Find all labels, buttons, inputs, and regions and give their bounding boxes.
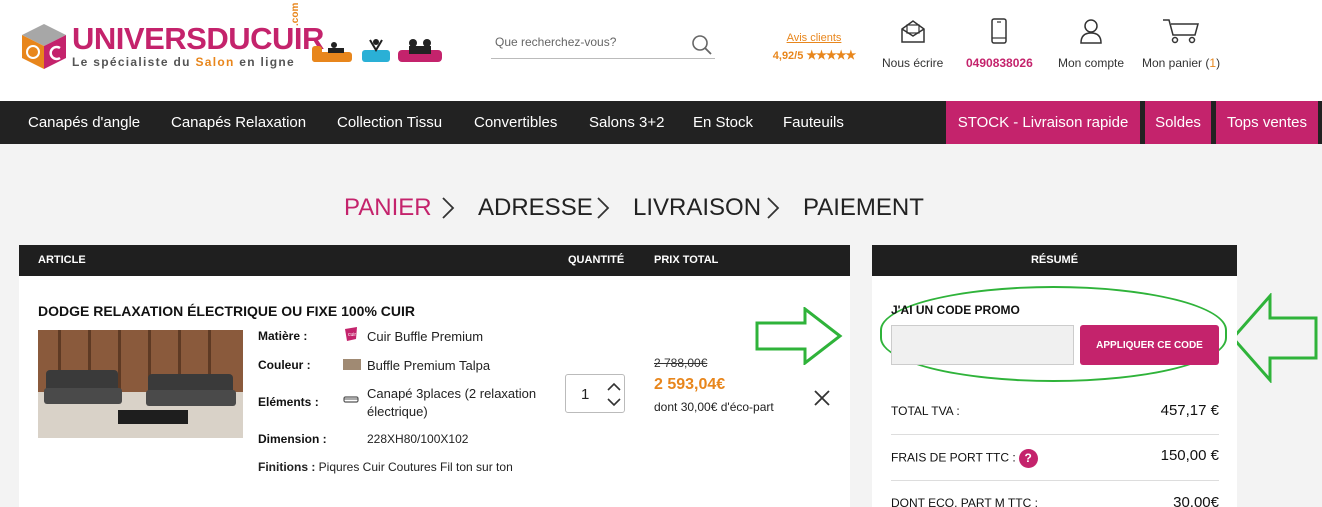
summary-row-shipping: FRAIS DE PORT TTC :? 150,00 €: [891, 447, 1219, 471]
logo-cube-icon: [22, 24, 66, 69]
svg-text:cuir: cuir: [348, 332, 356, 338]
dimension-label: Dimension :: [258, 432, 327, 446]
promo-code-input[interactable]: [891, 325, 1074, 365]
step-panier: PANIER: [344, 194, 432, 221]
elements-value-line1: Canapé 3places (2 relaxation: [367, 386, 537, 401]
envelope-icon: [900, 20, 925, 43]
account-link[interactable]: Mon compte: [1058, 18, 1124, 70]
nav-item-collection-tissu[interactable]: Collection Tissu: [337, 101, 442, 144]
logo-com: .com: [290, 2, 301, 26]
search-icon[interactable]: [691, 34, 713, 56]
matiere-label: Matière :: [258, 329, 308, 343]
apply-promo-button[interactable]: APPLIQUER CE CODE: [1080, 325, 1219, 365]
site-logo[interactable]: UNIVERSDUCUIR .com Le spécialiste du Sal…: [20, 3, 324, 72]
cart-table-header: ARTICLE QUANTITÉ PRIX TOTAL: [19, 245, 850, 276]
summary-header: RÉSUMÉ: [872, 245, 1237, 276]
chevron-right-icon: [767, 197, 780, 219]
search-input[interactable]: [495, 35, 685, 49]
cart-icon: [1163, 19, 1200, 44]
nav-item-salons[interactable]: Salons 3+2: [589, 101, 664, 144]
reviews-link[interactable]: Avis clients: [760, 32, 868, 44]
phone-number: 0490838026: [966, 56, 1033, 70]
nav-item-stock-livraison[interactable]: STOCK - Livraison rapide: [946, 101, 1140, 144]
close-icon[interactable]: [814, 390, 830, 406]
current-price: 2 593,04€: [654, 376, 726, 393]
phone-link[interactable]: 0490838026: [966, 18, 1033, 70]
column-article: ARTICLE: [38, 254, 86, 266]
couleur-label: Couleur :: [258, 358, 311, 372]
divider: [891, 480, 1219, 481]
nav-item-fauteuils[interactable]: Fauteuils: [783, 101, 844, 144]
column-total-price: PRIX TOTAL: [654, 254, 719, 266]
nav-item-canapes-angle[interactable]: Canapés d'angle: [28, 101, 140, 144]
finitions-row: Finitions : Piqures Cuir Coutures Fil to…: [258, 460, 513, 474]
cart-label: Mon panier (1): [1142, 56, 1221, 70]
chevron-up-icon[interactable]: [606, 380, 622, 394]
eco-value: 30,00€: [1173, 494, 1219, 507]
customer-reviews: Avis clients 4,92/5 ★★★★★: [760, 32, 868, 62]
promo-label: J'AI UN CODE PROMO: [891, 303, 1020, 317]
chevron-right-icon: [597, 197, 610, 219]
logo-tagline: Le spécialiste du Salon en ligne: [72, 55, 295, 69]
user-icon: [1080, 19, 1102, 44]
help-icon[interactable]: ?: [1018, 449, 1038, 468]
eco-label: DONT ECO. PART M TTC :: [891, 496, 1038, 507]
nav-item-convertibles[interactable]: Convertibles: [474, 101, 557, 144]
main-navigation: Canapés d'angle Canapés Relaxation Colle…: [0, 101, 1322, 144]
phone-icon: [991, 18, 1008, 44]
quantity-stepper[interactable]: 1: [565, 374, 625, 413]
reviews-score: 4,92/5 ★★★★★: [772, 48, 856, 62]
nav-item-soldes[interactable]: Soldes: [1145, 101, 1211, 144]
shipping-label: FRAIS DE PORT TTC :?: [891, 449, 1038, 468]
step-paiement: PAIEMENT: [803, 194, 924, 221]
divider: [891, 434, 1219, 435]
shipping-value: 150,00 €: [1160, 447, 1219, 464]
color-swatch-icon: [343, 359, 361, 370]
logo-wordmark: UNIVERSDUCUIR: [72, 21, 324, 56]
site-header: UNIVERSDUCUIR .com Le spécialiste du Sal…: [0, 0, 1322, 101]
nav-item-tops-ventes[interactable]: Tops ventes: [1216, 101, 1318, 144]
chevron-down-icon[interactable]: [606, 395, 622, 409]
dimension-value: 228XH80/100X102: [367, 432, 469, 446]
leather-swatch-icon: cuir: [345, 327, 357, 341]
quantity-value: 1: [581, 386, 590, 403]
chevron-right-icon: [442, 197, 455, 219]
elements-value-line2: électrique): [367, 404, 428, 419]
nav-item-canapes-relaxation[interactable]: Canapés Relaxation: [171, 101, 306, 144]
matiere-value: Cuir Buffle Premium: [367, 329, 484, 344]
old-price: 2 788,00€: [654, 356, 708, 370]
cart-item: DODGE RELAXATION ÉLECTRIQUE OU FIXE 100%…: [19, 276, 850, 507]
cart-link[interactable]: Mon panier (1): [1142, 18, 1220, 70]
contact-label: Nous écrire: [882, 56, 944, 70]
column-quantity: QUANTITÉ: [568, 254, 625, 266]
summary-row-eco: DONT ECO. PART M TTC : 30,00€: [891, 494, 1219, 507]
annotation-arrow-left-icon: [1231, 293, 1318, 383]
couleur-value: Buffle Premium Talpa: [367, 358, 491, 373]
rating-stars: ★★★★★: [806, 48, 856, 62]
checkout-steps: PANIER ADRESSE LIVRAISON PAIEMENT: [0, 192, 1322, 224]
step-adresse: ADRESSE: [478, 194, 593, 221]
product-title[interactable]: DODGE RELAXATION ÉLECTRIQUE OU FIXE 100%…: [38, 303, 415, 319]
step-livraison: LIVRAISON: [633, 194, 762, 221]
account-label: Mon compte: [1058, 56, 1125, 70]
tva-value: 457,17 €: [1160, 402, 1219, 419]
eco-participation: dont 30,00€ d'éco-part: [654, 400, 774, 414]
elements-label: Eléments :: [258, 395, 319, 409]
product-image[interactable]: [38, 330, 243, 438]
annotation-arrow-right-icon: [755, 307, 843, 365]
nav-item-en-stock[interactable]: En Stock: [693, 101, 753, 144]
sofa-illustration-icon: [312, 39, 442, 62]
search-box: [491, 30, 715, 59]
tva-label: TOTAL TVA :: [891, 404, 960, 418]
summary-row-tva: TOTAL TVA : 457,17 €: [891, 402, 1219, 426]
contact-link[interactable]: Nous écrire: [882, 18, 943, 70]
sofa-icon: [343, 396, 359, 403]
